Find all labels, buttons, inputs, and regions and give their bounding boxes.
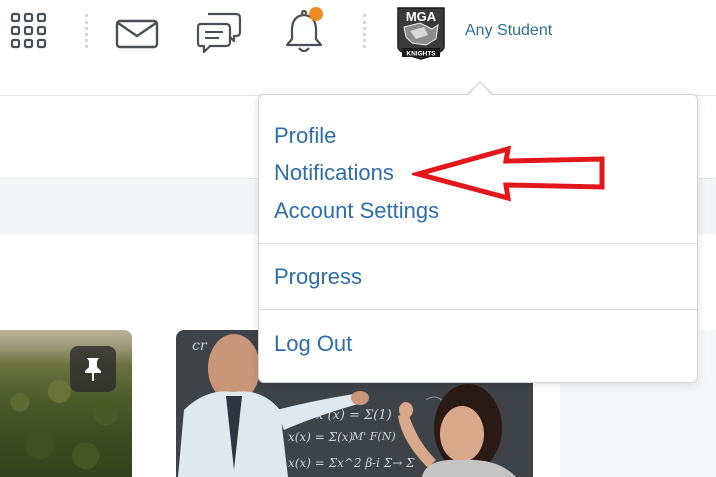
pin-button[interactable]: [70, 346, 116, 392]
menu-item-notifications[interactable]: Notifications: [274, 160, 394, 186]
chalk-text: x (x) = Σ(1): [316, 408, 392, 423]
nav-separator: [363, 14, 366, 48]
mail-icon[interactable]: [115, 19, 159, 49]
chalk-text: x(x) = Σ(x): [288, 430, 354, 444]
menu-divider: [259, 309, 697, 310]
menu-caret-fill: [467, 83, 493, 96]
menu-item-log-out[interactable]: Log Out: [274, 331, 352, 357]
chalk-text: -i Σ→ Σ: [372, 456, 415, 470]
annotation-arrow-icon: [412, 145, 605, 202]
menu-divider: [259, 243, 697, 244]
menu-item-progress[interactable]: Progress: [274, 264, 362, 290]
nav-separator: [85, 14, 88, 48]
avatar-logo[interactable]: MGA KNIGHTS: [392, 5, 450, 61]
top-nav: MGA KNIGHTS Any Student: [0, 0, 716, 74]
apps-grid-icon[interactable]: [10, 12, 50, 52]
chat-icon[interactable]: [196, 12, 242, 54]
course-tile-forest[interactable]: [0, 330, 132, 477]
menu-item-profile[interactable]: Profile: [274, 123, 336, 149]
pin-icon: [85, 358, 101, 381]
chalk-text: x(x) = Σx^2 β: [288, 456, 373, 470]
chalk-text: cr: [192, 338, 207, 354]
logo-bottom-text: KNIGHTS: [406, 51, 436, 58]
chalk-text: M' F(N): [352, 430, 396, 443]
student-name[interactable]: Any Student: [465, 22, 552, 40]
profile-dropdown-menu: Profile Notifications Account Settings P…: [258, 94, 698, 383]
notification-dot-icon: [309, 7, 323, 21]
logo-top-text: MGA: [406, 9, 437, 24]
